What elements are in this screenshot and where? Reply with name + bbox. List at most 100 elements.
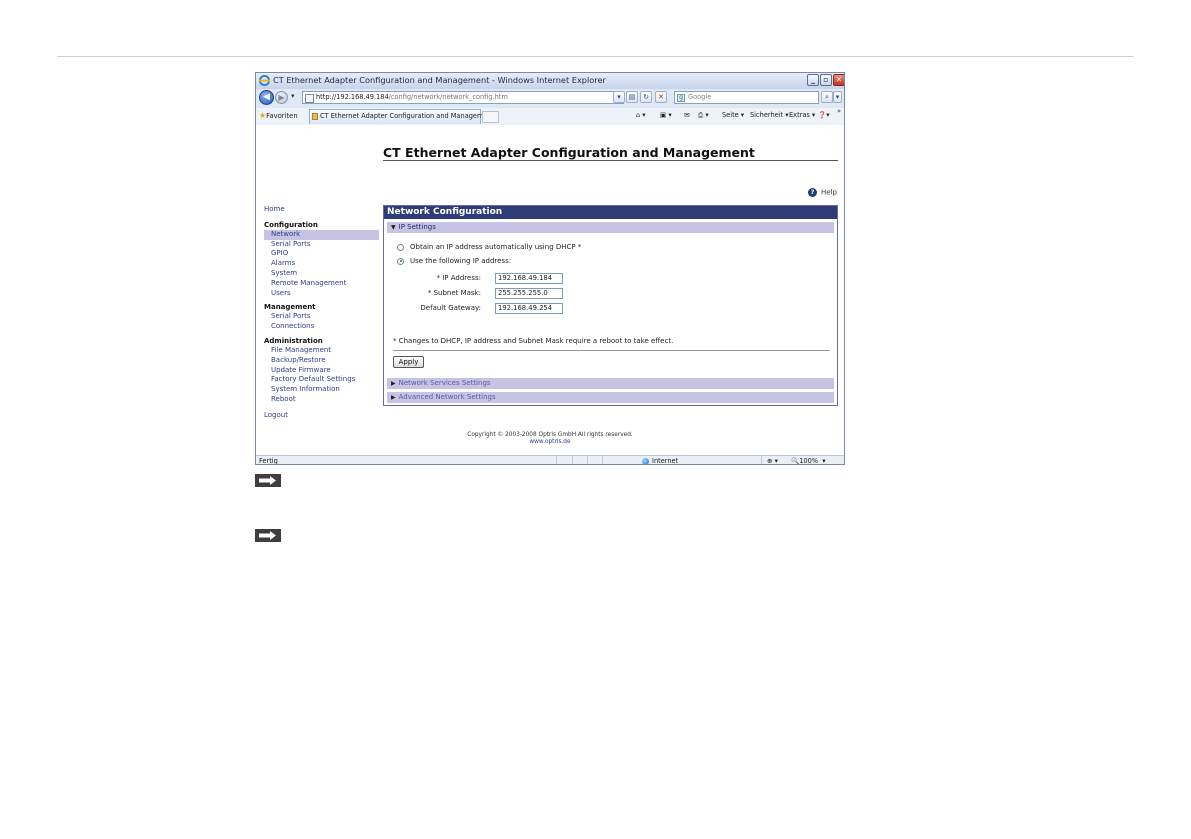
feed-icon[interactable]: ▣ ▾ (660, 111, 672, 119)
ie-logo-icon (259, 75, 270, 86)
search-options-dropdown[interactable]: ▾ (833, 91, 842, 103)
page-icon (305, 94, 314, 103)
sidebar-item-gpio[interactable]: GPIO (264, 249, 379, 259)
sidebar-item-home[interactable]: Home (264, 205, 379, 215)
stop-icon[interactable]: ✕ (655, 91, 667, 103)
search-icon[interactable]: ⌕ (821, 91, 833, 103)
arrow-right-icon (255, 529, 281, 542)
sidebar-heading-configuration: Configuration (264, 220, 318, 229)
address-toolbar: ◀ ▶ ▾ http://192.168.49.184/config/netwo… (256, 89, 844, 109)
advanced-network-section[interactable]: ▶ Advanced Network Settings (387, 392, 834, 403)
status-divider (761, 456, 762, 464)
globe-icon (642, 457, 649, 464)
restore-button[interactable]: ▫ (820, 74, 832, 86)
tab-active[interactable]: CT Ethernet Adapter Configuration and Ma… (309, 109, 494, 124)
sidebar-item-logout[interactable]: Logout (264, 411, 379, 421)
dhcp-radio[interactable] (397, 243, 404, 251)
security-zone[interactable]: Internet (642, 456, 679, 465)
website-link[interactable]: www.optris.de (256, 439, 844, 445)
favorites-bar: ★Favoriten CT Ethernet Adapter Configura… (256, 107, 844, 126)
apply-divider (393, 350, 830, 351)
help-label: Help (821, 188, 837, 197)
static-ip-option[interactable]: Use the following IP address: (397, 257, 511, 265)
ip-settings-label: IP Settings (398, 223, 436, 231)
favorites-button[interactable]: ★Favoriten (259, 111, 298, 120)
sidebar-item-mgmt-serial-ports[interactable]: Serial Ports (264, 312, 379, 322)
sidebar-item-network[interactable]: Network (264, 229, 379, 240)
menu-tools[interactable]: Extras ▾ (789, 111, 815, 119)
print-icon[interactable]: ⎙ ▾ (698, 111, 709, 120)
new-tab-button[interactable] (482, 111, 499, 123)
sidebar-item-update-firmware[interactable]: Update Firmware (264, 366, 379, 376)
sidebar-nav: Home Configuration Network Serial Ports … (264, 205, 379, 421)
back-icon: ◀ (263, 92, 270, 102)
address-field[interactable]: http://192.168.49.184/config/network/net… (302, 91, 624, 104)
status-text: Fertig (259, 457, 278, 465)
triangle-right-icon: ▶ (391, 380, 396, 387)
copyright-text: Copyright © 2003-2008 Optris GmbH All ri… (467, 432, 633, 438)
compat-view-icon[interactable]: ▤ (626, 91, 638, 103)
minimize-button[interactable]: _ (807, 74, 819, 86)
zoom-label: 100% (799, 457, 819, 465)
home-icon[interactable]: ⌂ ▾ (636, 111, 646, 119)
sidebar-item-system[interactable]: System (264, 269, 379, 279)
subnet-mask-label: * Subnet Mask: (427, 289, 481, 297)
back-button[interactable]: ◀ (259, 90, 274, 105)
address-dropdown[interactable]: ▾ (613, 91, 625, 103)
network-services-section[interactable]: ▶ Network Services Settings (387, 378, 834, 389)
gateway-label: Default Gateway: (420, 304, 481, 312)
static-ip-radio[interactable] (397, 257, 404, 265)
zone-label: Internet (652, 457, 679, 465)
status-divider (556, 456, 557, 464)
status-bar: Fertig Internet ⊕ ▾ 🔍100% ▾ (256, 455, 844, 465)
search-placeholder: Google (688, 93, 712, 101)
forward-icon: ▶ (278, 93, 285, 102)
ip-address-field[interactable]: 192.168.49.184 (495, 273, 563, 284)
sidebar-item-alarms[interactable]: Alarms (264, 259, 379, 269)
title-divider (383, 160, 838, 161)
sidebar-item-system-information[interactable]: System Information (264, 385, 379, 395)
chevron-more-icon[interactable]: » (837, 107, 841, 115)
sidebar-item-remote-management[interactable]: Remote Management (264, 279, 379, 289)
sidebar-item-file-management[interactable]: File Management (264, 346, 379, 356)
window-title: CT Ethernet Adapter Configuration and Ma… (273, 75, 606, 85)
static-ip-label: Use the following IP address: (410, 257, 512, 265)
protected-mode-icon[interactable]: ⊕ ▾ (767, 456, 778, 464)
favorites-label: Favoriten (266, 112, 298, 120)
sidebar-item-serial-ports[interactable]: Serial Ports (264, 240, 379, 250)
sidebar-item-reboot[interactable]: Reboot (264, 395, 379, 405)
mail-icon[interactable]: ✉ (684, 111, 690, 119)
forward-button[interactable]: ▶ (275, 91, 288, 104)
help-icon: ? (808, 188, 817, 197)
dhcp-option[interactable]: Obtain an IP address automatically using… (397, 243, 581, 251)
sidebar-item-factory-default[interactable]: Factory Default Settings (264, 375, 379, 385)
page-top-rule (57, 56, 1134, 57)
dhcp-label: Obtain an IP address automatically using… (410, 243, 582, 251)
tab-page-icon (312, 113, 318, 120)
url-path: /config/network/network_config.htm (388, 93, 508, 101)
network-services-label: Network Services Settings (398, 379, 491, 387)
search-input[interactable]: g Google (674, 91, 819, 104)
close-button[interactable]: ✕ (833, 74, 844, 86)
sidebar-item-users[interactable]: Users (264, 289, 379, 299)
history-dropdown[interactable]: ▾ (291, 92, 295, 100)
sidebar-item-connections[interactable]: Connections (264, 322, 379, 332)
copyright: Copyright © 2003-2008 Optris GmbH All ri… (256, 432, 844, 445)
menu-security[interactable]: Sicherheit ▾ (750, 111, 789, 119)
triangle-down-icon: ▼ (391, 224, 396, 231)
sidebar-heading-administration: Administration (264, 336, 323, 345)
help-menu-icon[interactable]: ❓▾ (818, 111, 830, 119)
subnet-mask-field[interactable]: 255.255.255.0 (495, 288, 563, 299)
status-divider (587, 456, 588, 464)
help-link[interactable]: ? Help (808, 188, 837, 197)
triangle-right-icon: ▶ (391, 394, 396, 401)
refresh-icon[interactable]: ↻ (640, 91, 652, 103)
gateway-field[interactable]: 192.168.49.254 (495, 303, 563, 314)
google-icon: g (677, 94, 685, 102)
menu-page[interactable]: Seite ▾ (722, 111, 744, 119)
zoom-control[interactable]: 🔍100% ▾ (791, 456, 826, 465)
apply-button[interactable]: Apply (393, 356, 424, 368)
sidebar-item-backup-restore[interactable]: Backup/Restore (264, 356, 379, 366)
ip-settings-section[interactable]: ▼ IP Settings (387, 222, 834, 233)
url-host: http://192.168.49.184 (316, 93, 389, 101)
